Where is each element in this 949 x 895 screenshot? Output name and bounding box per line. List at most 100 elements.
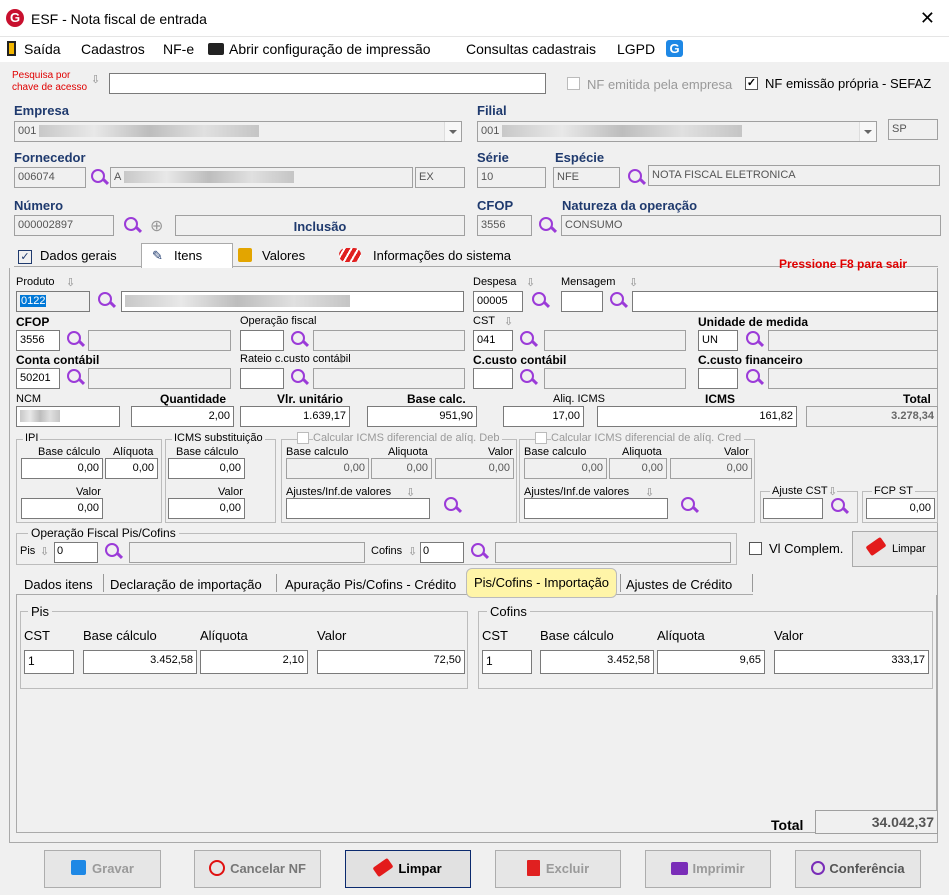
cfop-item-input[interactable]: 3556	[16, 330, 60, 351]
produto-code[interactable]: 0122	[16, 291, 90, 312]
numero-search-icon[interactable]	[122, 216, 142, 236]
empresa-select[interactable]: 001	[14, 121, 462, 142]
difal-deb-ajustes-input[interactable]	[286, 498, 430, 519]
pis-search-icon[interactable]	[103, 542, 123, 562]
difal-deb-checkbox[interactable]	[297, 432, 309, 444]
tab-itens[interactable]: ✎ Itens	[152, 245, 202, 267]
tab-informacoes[interactable]: Informações do sistema	[339, 245, 511, 267]
difal-deb-search-icon[interactable]	[442, 496, 462, 516]
fcp-st-input[interactable]: 0,00	[866, 498, 935, 519]
icms-input[interactable]: 161,82	[597, 406, 797, 427]
ccusto-fin-search-icon[interactable]	[744, 368, 764, 388]
pis-imp-aliq-input[interactable]: 2,10	[200, 650, 308, 674]
menu-saida[interactable]: Saída	[24, 41, 61, 57]
subtab-dados-itens[interactable]: Dados itens	[24, 574, 93, 596]
difal-cred-aliq-input[interactable]: 0,00	[609, 458, 667, 479]
ajuste-cst-input[interactable]	[763, 498, 823, 519]
subtab-ajustes[interactable]: Ajustes de Crédito	[626, 574, 732, 596]
cfop-head-input[interactable]: 3556	[477, 215, 532, 236]
filial-chevron-down-icon[interactable]	[859, 122, 876, 141]
limpar-small-button[interactable]: Limpar	[852, 531, 938, 567]
cst-search-icon[interactable]	[518, 330, 538, 350]
icms-st-base-input[interactable]: 0,00	[168, 458, 245, 479]
difal-deb-valor-input[interactable]: 0,00	[435, 458, 514, 479]
fornecedor-search-icon[interactable]	[89, 168, 109, 188]
cfop-item-search-icon[interactable]	[65, 330, 85, 350]
cofins-imp-cst-input[interactable]: 1	[482, 650, 532, 674]
subtab-apuracao[interactable]: Apuração Pis/Cofins - Crédito	[285, 574, 456, 596]
close-icon[interactable]: ✕	[920, 8, 935, 29]
difal-cred-valor-input[interactable]: 0,00	[670, 458, 752, 479]
cofins-imp-valor-input[interactable]: 333,17	[774, 650, 929, 674]
ipi-base-input[interactable]: 0,00	[21, 458, 103, 479]
subtab-declaracao[interactable]: Declaração de importação	[110, 574, 262, 596]
quantidade-input[interactable]: 2,00	[131, 406, 234, 427]
cofins-imp-base-input[interactable]: 3.452,58	[540, 650, 654, 674]
ajuste-cst-search-icon[interactable]	[829, 497, 849, 517]
difal-deb-aliq-input[interactable]: 0,00	[371, 458, 432, 479]
tab-valores[interactable]: Valores	[238, 245, 305, 267]
vl-complem-checkbox[interactable]	[749, 542, 762, 555]
menu-consultas[interactable]: Consultas cadastrais	[466, 41, 596, 57]
conta-input[interactable]: 50201	[16, 368, 60, 389]
cofins-imp-aliq-input[interactable]: 9,65	[657, 650, 765, 674]
pis-imp-cst-input[interactable]: 1	[24, 650, 74, 674]
gravar-button[interactable]: Gravar	[44, 850, 161, 888]
menu-lgpd[interactable]: LGPD	[617, 41, 655, 57]
ccusto-search-icon[interactable]	[518, 368, 538, 388]
tab-dados-gerais[interactable]: ✓ Dados gerais	[18, 245, 117, 267]
menu-nfe[interactable]: NF-e	[163, 41, 194, 57]
especie-search-icon[interactable]	[626, 168, 646, 188]
imprimir-button[interactable]: Imprimir	[645, 850, 771, 888]
conferencia-button[interactable]: Conferência	[795, 850, 921, 888]
rateio-search-icon[interactable]	[289, 368, 309, 388]
conta-search-icon[interactable]	[65, 368, 85, 388]
aliq-icms-input[interactable]: 17,00	[503, 406, 584, 427]
nf-propria-checkbox[interactable]: ✓	[745, 77, 758, 90]
difal-cred-search-icon[interactable]	[679, 496, 699, 516]
filial-select[interactable]: 001	[477, 121, 877, 142]
excluir-button[interactable]: Excluir	[495, 850, 621, 888]
mensagem-search-icon[interactable]	[608, 291, 628, 311]
empresa-chevron-down-icon[interactable]	[444, 122, 461, 141]
vlr-unit-input[interactable]: 1.639,17	[240, 406, 350, 427]
difal-deb-base-input[interactable]: 0,00	[286, 458, 369, 479]
ncm-input[interactable]	[16, 406, 120, 427]
cofins-search-icon[interactable]	[469, 542, 489, 562]
mensagem-text[interactable]	[632, 291, 938, 312]
lgpd-logo-icon[interactable]: G	[666, 40, 683, 57]
nf-emitida-checkbox[interactable]	[567, 77, 580, 90]
serie-input[interactable]: 10	[477, 167, 546, 188]
unidade-search-icon[interactable]	[744, 330, 764, 350]
difal-cred-base-input[interactable]: 0,00	[524, 458, 607, 479]
icms-st-valor-input[interactable]: 0,00	[168, 498, 245, 519]
subtab-pis-importacao[interactable]: Pis/Cofins - Importação	[466, 568, 617, 598]
add-icon[interactable]: ⊕	[150, 216, 163, 236]
fornecedor-code[interactable]: 006074	[14, 167, 86, 188]
pis-input[interactable]: 0	[54, 542, 98, 563]
operacao-search-icon[interactable]	[289, 330, 309, 350]
ipi-valor-input[interactable]: 0,00	[21, 498, 103, 519]
unidade-input[interactable]: UN	[698, 330, 738, 351]
base-input[interactable]: 951,90	[367, 406, 477, 427]
ccusto-input[interactable]	[473, 368, 513, 389]
especie-input[interactable]: NFE	[553, 167, 620, 188]
ipi-aliq-input[interactable]: 0,00	[105, 458, 158, 479]
produto-search-icon[interactable]	[96, 291, 116, 311]
pis-imp-base-input[interactable]: 3.452,58	[83, 650, 197, 674]
numero-input[interactable]: 000002897	[14, 215, 114, 236]
menu-abrir-config[interactable]: Abrir configuração de impressão	[229, 41, 431, 57]
menu-cadastros[interactable]: Cadastros	[81, 41, 145, 57]
cofins-input[interactable]: 0	[420, 542, 464, 563]
limpar-button[interactable]: Limpar	[345, 850, 471, 888]
cfop-search-icon[interactable]	[537, 216, 557, 236]
despesa-input[interactable]: 00005	[473, 291, 523, 312]
cst-input[interactable]: 041	[473, 330, 513, 351]
difal-cred-checkbox[interactable]	[535, 432, 547, 444]
search-input[interactable]	[109, 73, 546, 94]
rateio-input[interactable]	[240, 368, 284, 389]
despesa-search-icon[interactable]	[530, 291, 550, 311]
mensagem-input[interactable]	[561, 291, 603, 312]
cancelar-button[interactable]: Cancelar NF	[194, 850, 321, 888]
difal-cred-ajustes-input[interactable]	[524, 498, 668, 519]
